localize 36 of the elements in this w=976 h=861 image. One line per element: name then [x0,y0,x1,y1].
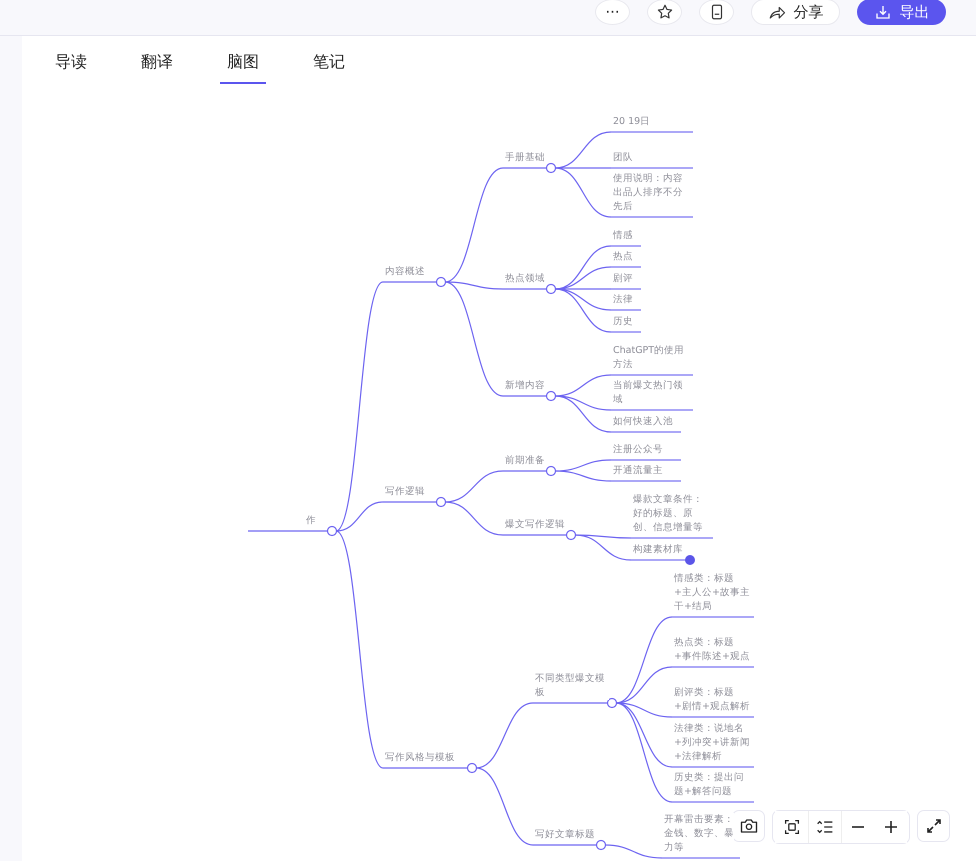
node-label[interactable]: 热点领域 [505,272,545,286]
node-label[interactable]: 热点 [613,250,633,264]
expand-node-icon[interactable] [566,530,576,540]
fullscreen-icon [926,818,942,834]
star-button[interactable] [647,0,682,25]
expand-node-icon[interactable] [436,496,446,508]
tab[interactable]: 笔记 [306,50,352,84]
expand-node-icon[interactable] [436,276,446,288]
plus-icon [884,820,898,834]
camera-button[interactable] [732,810,765,842]
export-icon [874,3,892,21]
tab[interactable]: 导读 [48,50,94,84]
fit-view-icon [784,819,800,835]
node-label[interactable]: 不同类型爆文模板 [535,672,609,700]
clipboard-button[interactable] [699,0,734,25]
share-icon [768,4,786,20]
export-button[interactable]: 导出 [857,0,946,25]
expand-node-icon[interactable] [596,840,606,850]
camera-icon [740,818,758,834]
list-icon [816,819,834,835]
expand-node-icon[interactable] [326,526,338,536]
node-label[interactable]: 剧评类：标题+剧情+观点解析 [674,686,750,714]
expand-node-icon[interactable] [546,162,556,174]
collapsed-node-icon[interactable] [685,555,695,565]
fullscreen-button[interactable] [917,810,950,842]
expand-node-icon[interactable] [466,762,478,774]
expand-node-icon[interactable] [606,698,618,708]
expand-node-icon[interactable] [546,466,556,476]
star-icon [656,3,674,21]
expand-node-icon[interactable] [546,390,556,402]
node-label[interactable]: 热点类：标题+事件陈述+观点 [674,636,750,664]
more-button[interactable]: ··· [595,0,630,25]
tab[interactable]: 脑图 [220,50,266,84]
expand-node-icon[interactable] [546,284,556,294]
share-button[interactable]: 分享 [751,0,840,25]
tab[interactable]: 翻译 [134,50,180,84]
